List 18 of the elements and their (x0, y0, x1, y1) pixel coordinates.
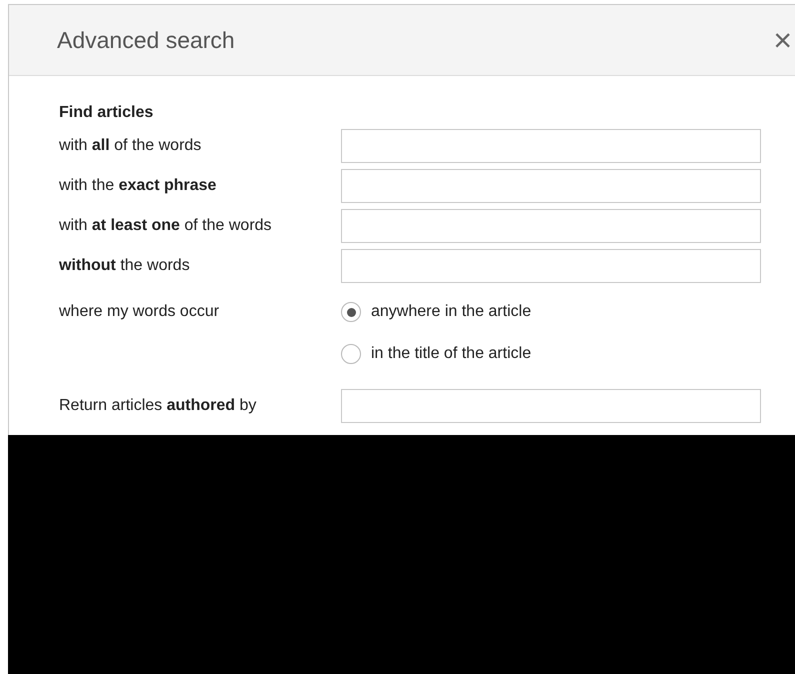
field-label: with the exact phrase (59, 176, 218, 196)
field-label: without the words (59, 256, 191, 276)
close-button[interactable]: × (771, 24, 794, 56)
radio-button[interactable] (341, 344, 361, 364)
input-field[interactable] (341, 249, 761, 283)
input-field[interactable] (341, 129, 761, 163)
radio-button[interactable] (341, 302, 361, 322)
radio-label: anywhere in the article (371, 302, 532, 322)
field-label: with all of the words (59, 136, 202, 156)
input-field[interactable] (341, 169, 761, 203)
dialog-title: Advanced search (57, 26, 235, 55)
section-heading: Find articles (59, 103, 154, 123)
field-label: Return articles authored by (59, 396, 258, 416)
field-label: where my words occur (59, 302, 220, 322)
field-label: with at least one of the words (59, 216, 273, 236)
radio-label: in the title of the article (371, 344, 532, 364)
input-field[interactable] (341, 389, 761, 423)
input-field[interactable] (341, 209, 761, 243)
